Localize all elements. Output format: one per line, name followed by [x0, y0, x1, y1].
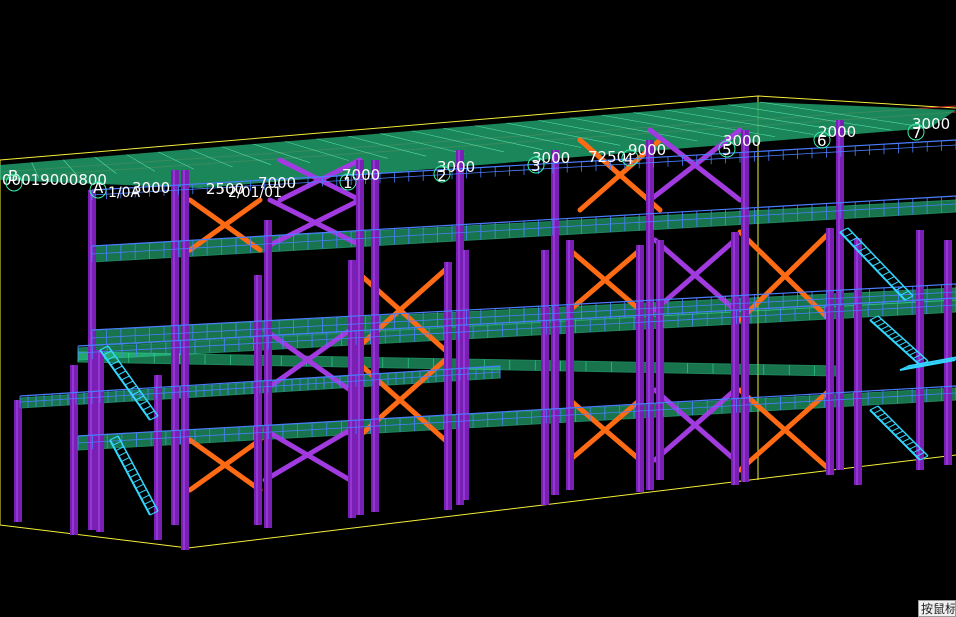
steel-column	[836, 120, 844, 470]
steel-column	[371, 160, 379, 512]
steel-column	[254, 275, 262, 525]
dimension-label: 9000	[628, 141, 666, 159]
steel-column	[14, 400, 22, 522]
steel-column	[854, 238, 862, 485]
steel-column	[566, 240, 574, 490]
steel-column	[541, 250, 549, 505]
steel-column	[826, 228, 834, 475]
steel-column	[70, 365, 78, 535]
steel-column	[88, 190, 96, 530]
steel-column	[916, 230, 924, 470]
steel-column	[944, 240, 952, 465]
3d-model-viewport[interactable]: 00019000800 B A 1/0A 3000 2500 7000 2/01…	[0, 0, 956, 617]
dimension-label: 3000	[132, 179, 170, 197]
steel-column	[636, 245, 644, 492]
steel-column	[741, 130, 749, 482]
steel-column	[181, 170, 189, 550]
steel-column	[96, 350, 104, 532]
steel-column	[348, 260, 356, 518]
axis-label: 2/01/01	[228, 185, 282, 201]
steel-column	[444, 262, 452, 510]
steel-column	[264, 220, 272, 528]
steel-column	[731, 232, 739, 485]
dimension-label: 7250	[588, 148, 626, 166]
status-tooltip: 按鼠标	[918, 600, 956, 617]
steel-column	[154, 375, 162, 540]
steel-column	[656, 240, 664, 480]
steel-column	[551, 150, 559, 495]
